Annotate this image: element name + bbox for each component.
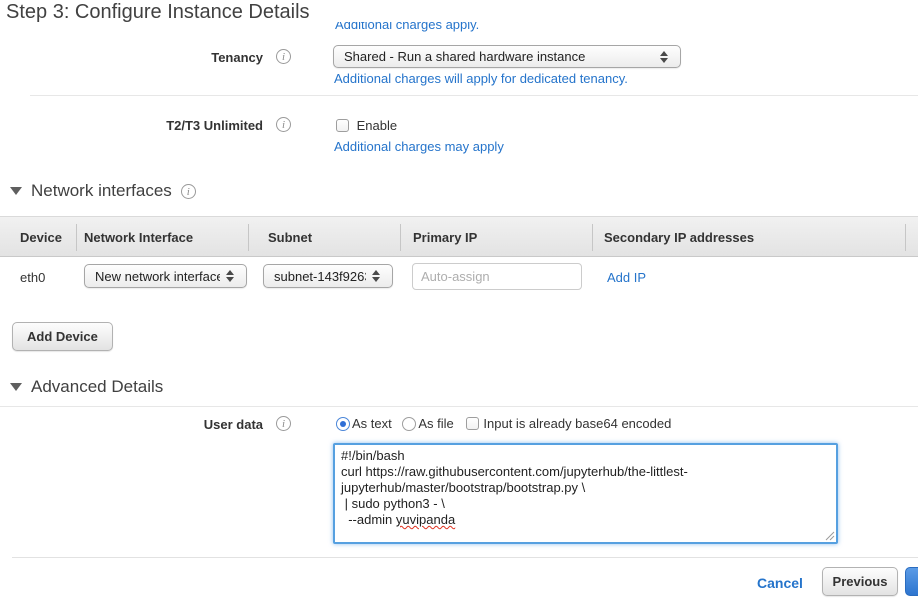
network-interfaces-info-icon[interactable]: i — [181, 184, 196, 199]
subnet-select-value: subnet-143f9263 — [274, 269, 366, 284]
network-interface-select-value: New network interface — [95, 269, 220, 284]
resize-handle[interactable] — [824, 530, 835, 541]
page-title: Step 3: Configure Instance Details — [0, 0, 918, 24]
select-stepper-icon — [366, 270, 386, 282]
network-interfaces-table-header: Device Network Interface Subnet Primary … — [0, 216, 918, 257]
primary-ip-input[interactable] — [412, 263, 582, 290]
column-divider — [592, 224, 593, 251]
tenancy-select-value: Shared - Run a shared hardware instance — [344, 49, 654, 64]
col-header-subnet: Subnet — [268, 230, 312, 245]
subnet-select[interactable]: subnet-143f9263 — [263, 264, 393, 288]
as-file-label: As file — [418, 416, 453, 431]
col-header-network-interface: Network Interface — [84, 230, 193, 245]
col-header-device: Device — [20, 230, 62, 245]
t2t3-enable-field: Enable — [336, 118, 397, 133]
section-divider — [0, 406, 918, 407]
column-divider — [248, 224, 249, 251]
base64-checkbox[interactable] — [466, 417, 479, 430]
user-data-info-icon[interactable]: i — [276, 416, 291, 431]
user-data-label: User data — [0, 417, 263, 432]
tenancy-label: Tenancy — [0, 50, 263, 65]
footer-divider — [12, 557, 918, 558]
device-name: eth0 — [20, 270, 45, 285]
add-ip-link[interactable]: Add IP — [607, 270, 646, 285]
network-interface-select[interactable]: New network interface — [84, 264, 247, 288]
collapse-triangle-icon — [10, 187, 22, 195]
tenancy-info-icon[interactable]: i — [276, 49, 291, 64]
col-header-secondary-ip: Secondary IP addresses — [604, 230, 754, 245]
tenancy-select[interactable]: Shared - Run a shared hardware instance — [333, 45, 681, 68]
configure-instance-details-page: Additional charges apply. Step 3: Config… — [0, 0, 918, 598]
previous-button[interactable]: Previous — [822, 567, 898, 596]
primary-action-button-cutoff[interactable] — [905, 567, 918, 596]
select-stepper-icon — [654, 51, 674, 63]
network-interfaces-title: Network interfaces — [31, 181, 172, 201]
as-text-label: As text — [352, 416, 392, 431]
col-header-primary-ip: Primary IP — [413, 230, 477, 245]
advanced-details-title: Advanced Details — [31, 377, 163, 397]
tenancy-charges-link[interactable]: Additional charges will apply for dedica… — [334, 71, 628, 86]
enable-checkbox-label: Enable — [357, 118, 397, 133]
as-file-radio[interactable] — [402, 417, 416, 431]
user-data-options: As text As file Input is already base64 … — [336, 416, 671, 431]
add-device-button[interactable]: Add Device — [12, 322, 113, 351]
t2t3-info-icon[interactable]: i — [276, 117, 291, 132]
title-bar: Step 3: Configure Instance Details — [0, 0, 918, 22]
section-divider — [30, 95, 918, 96]
enable-checkbox[interactable] — [336, 119, 349, 132]
t2t3-charges-link[interactable]: Additional charges may apply — [334, 139, 504, 154]
advanced-details-section-header[interactable]: Advanced Details — [10, 377, 163, 397]
cancel-link[interactable]: Cancel — [757, 575, 803, 591]
column-divider — [905, 224, 906, 251]
column-divider — [76, 224, 77, 251]
user-data-textarea[interactable]: #!/bin/bashcurl https://raw.githubuserco… — [333, 443, 838, 544]
as-text-radio[interactable] — [336, 417, 350, 431]
column-divider — [400, 224, 401, 251]
base64-checkbox-label: Input is already base64 encoded — [483, 416, 671, 431]
t2t3-unlimited-label: T2/T3 Unlimited — [0, 118, 263, 133]
select-stepper-icon — [220, 270, 240, 282]
network-interfaces-section-header[interactable]: Network interfaces i — [10, 181, 196, 201]
user-data-text: #!/bin/bashcurl https://raw.githubuserco… — [341, 448, 830, 528]
collapse-triangle-icon — [10, 383, 22, 391]
